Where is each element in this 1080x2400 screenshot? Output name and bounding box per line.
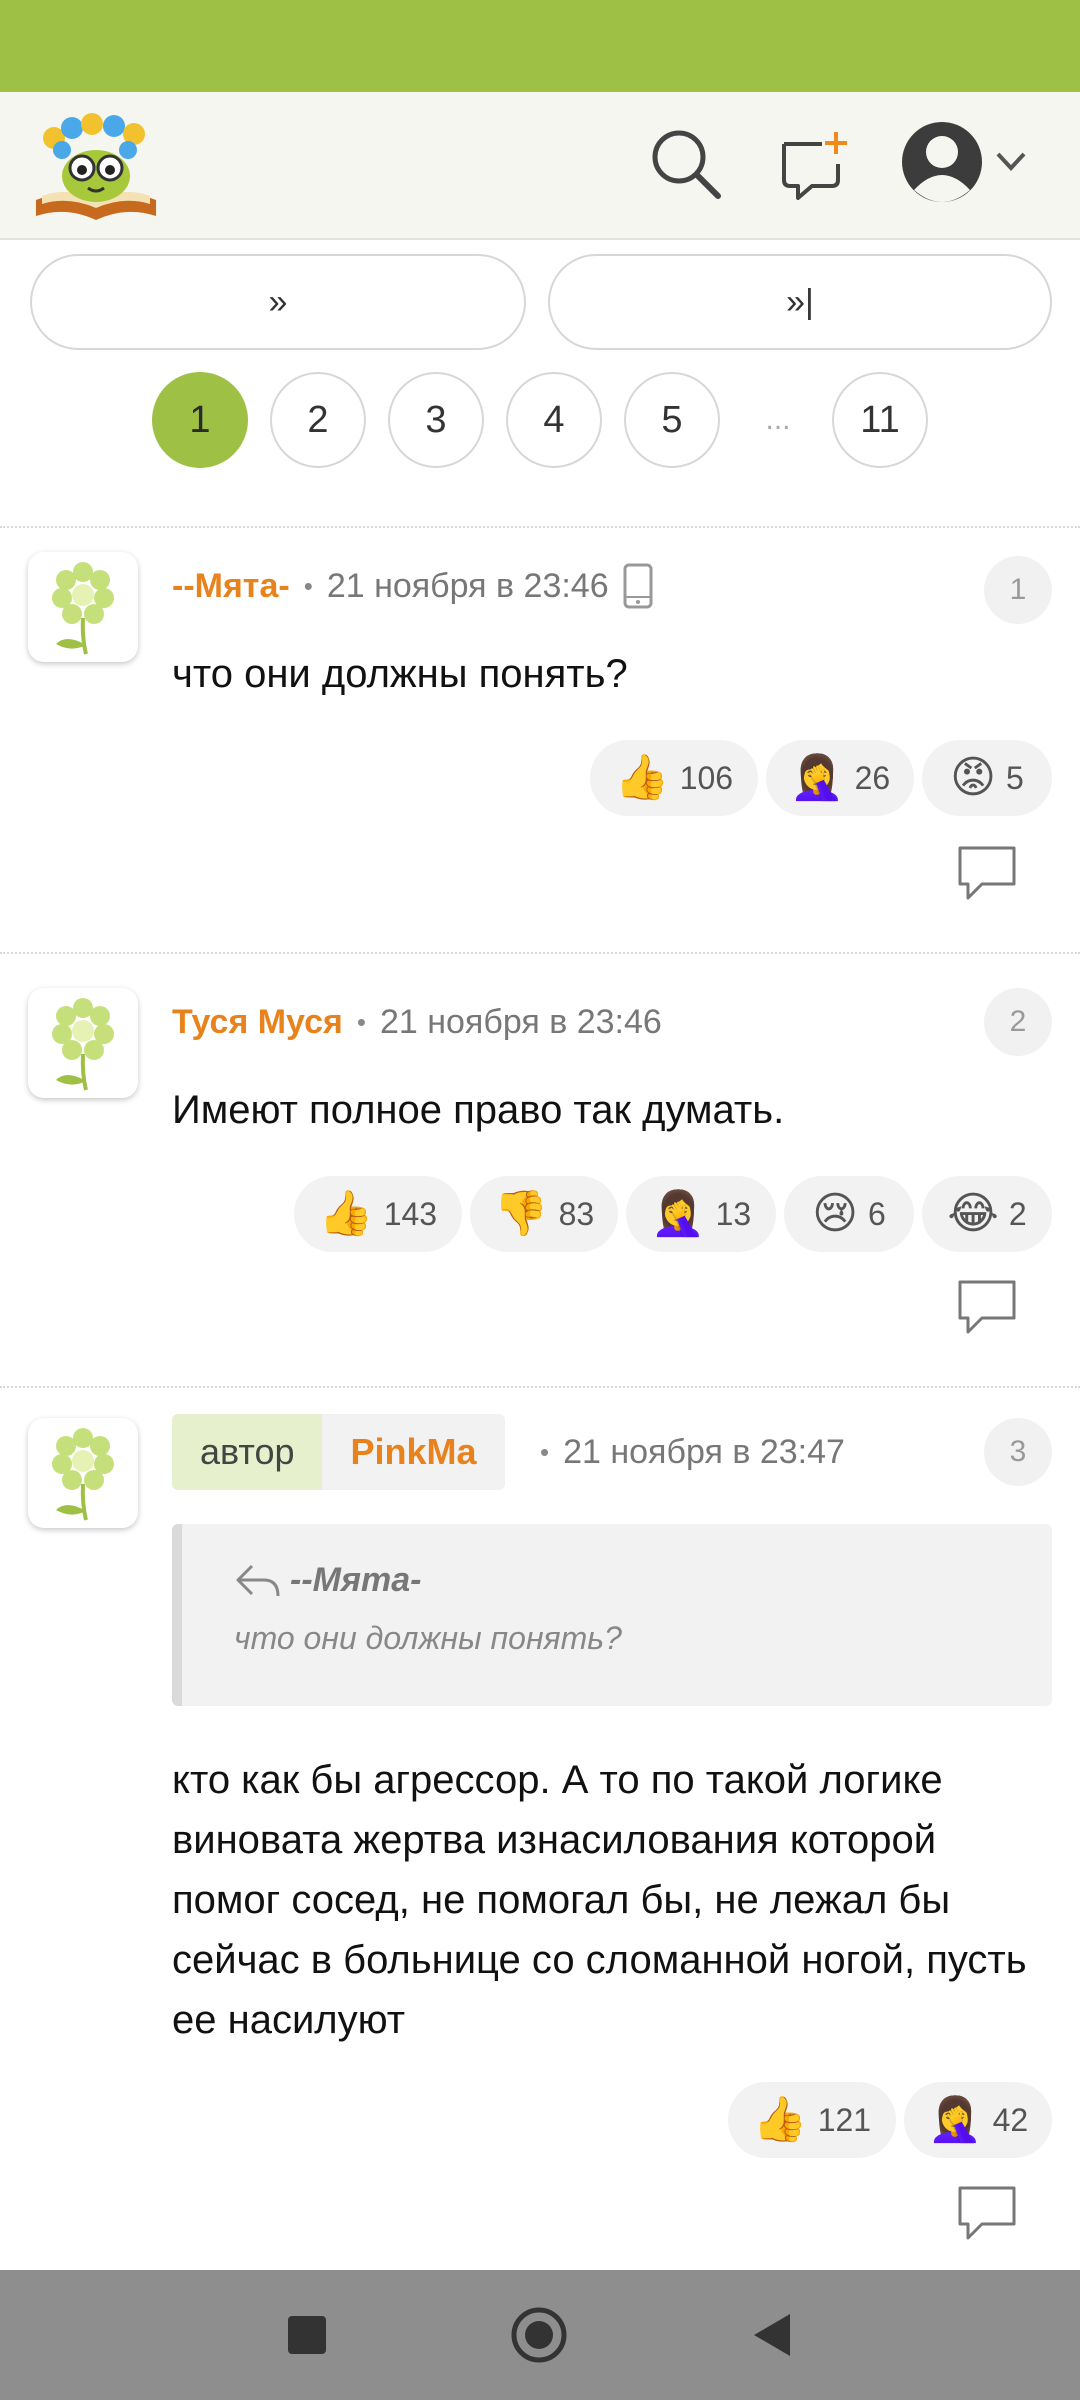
comment-meta: • 21 ноября в 23:47 xyxy=(526,1422,845,1482)
page-button-2[interactable]: 2 xyxy=(270,372,366,468)
back-icon[interactable] xyxy=(752,2312,792,2358)
reply-icon[interactable] xyxy=(956,844,1018,902)
reaction-count: 121 xyxy=(817,2101,872,2138)
reaction-facepalm[interactable]: 🤦‍♀️ 26 xyxy=(766,740,914,816)
next-page-button[interactable]: » xyxy=(30,254,526,350)
reaction-count: 42 xyxy=(992,2101,1029,2138)
comment-author[interactable]: PinkMa xyxy=(322,1414,505,1490)
author-tag: автор PinkMa xyxy=(172,1414,505,1490)
reaction-laughing[interactable]: 😂 2 xyxy=(922,1176,1052,1252)
chevron-down-icon[interactable] xyxy=(994,148,1028,176)
search-icon[interactable] xyxy=(648,126,722,200)
quoted-reply[interactable]: --Мята- что они должны понять? xyxy=(172,1524,1052,1706)
reaction-count: 6 xyxy=(868,1195,886,1232)
thumbs-up-icon: 👍 xyxy=(318,1189,374,1238)
recents-icon[interactable] xyxy=(286,2314,328,2356)
comment-number[interactable]: 1 xyxy=(984,556,1052,624)
pagination: 1 2 3 4 5 ... 11 xyxy=(0,372,1080,468)
comment-number[interactable]: 3 xyxy=(984,1418,1052,1486)
comment-text: Имеют полное право так думать. xyxy=(172,1088,785,1132)
comment-number[interactable]: 2 xyxy=(984,988,1052,1056)
quote-author: --Мята- xyxy=(290,1560,422,1599)
home-icon[interactable] xyxy=(510,2306,568,2364)
laughing-face-icon: 😂 xyxy=(947,1189,999,1238)
reaction-crying[interactable]: 😢 6 xyxy=(784,1176,914,1252)
reaction-count: 5 xyxy=(1006,759,1024,796)
reaction-count: 106 xyxy=(679,759,734,796)
page-ellipsis: ... xyxy=(765,403,791,436)
user-avatar-icon[interactable] xyxy=(900,120,984,204)
reaction-facepalm[interactable]: 🤦‍♀️ 13 xyxy=(626,1176,776,1252)
mobile-device-icon xyxy=(623,563,653,609)
quote-text: что они должны понять? xyxy=(234,1620,622,1656)
quote-author-line: --Мята- xyxy=(234,1560,421,1600)
angry-face-icon: 😡 xyxy=(950,753,997,802)
meta-separator: • xyxy=(540,1436,550,1467)
flower-avatar-icon xyxy=(52,998,114,1091)
page-button-4[interactable]: 4 xyxy=(506,372,602,468)
flower-avatar-icon xyxy=(52,562,114,655)
last-page-button[interactable]: »| xyxy=(548,254,1052,350)
thumbs-down-icon: 👎 xyxy=(493,1189,549,1238)
comment-author[interactable]: --Мята- xyxy=(172,567,290,606)
reaction-like[interactable]: 👍 106 xyxy=(590,740,758,816)
comment-meta: --Мята- • 21 ноября в 23:46 xyxy=(172,556,653,616)
reaction-angry[interactable]: 😡 5 xyxy=(922,740,1052,816)
app-header xyxy=(0,92,1080,240)
comment-text: кто как бы агрессор. А то по такой логик… xyxy=(172,1758,1027,2042)
reaction-count: 83 xyxy=(558,1195,595,1232)
author-badge: автор xyxy=(172,1414,323,1490)
comment-text: что они должны понять? xyxy=(172,652,628,696)
flower-avatar-icon xyxy=(52,1428,114,1521)
avatar[interactable] xyxy=(28,552,138,662)
reaction-dislike[interactable]: 👎 83 xyxy=(470,1176,618,1252)
divider xyxy=(0,1386,1080,1388)
reply-arrow-icon xyxy=(236,1564,280,1597)
reaction-like[interactable]: 👍 143 xyxy=(294,1176,462,1252)
reaction-count: 2 xyxy=(1008,1195,1027,1232)
crying-face-icon: 😢 xyxy=(812,1189,859,1238)
avatar[interactable] xyxy=(28,988,138,1098)
reaction-count: 26 xyxy=(854,759,891,796)
page-button-5[interactable]: 5 xyxy=(624,372,720,468)
thumbs-up-icon: 👍 xyxy=(614,753,670,802)
reaction-like[interactable]: 👍 121 xyxy=(728,2082,896,2158)
page-button-3[interactable]: 3 xyxy=(388,372,484,468)
reaction-count: 143 xyxy=(383,1195,438,1232)
comment-date: 21 ноября в 23:47 xyxy=(563,1432,845,1471)
site-logo[interactable] xyxy=(32,108,160,222)
meta-separator: • xyxy=(356,1006,366,1037)
status-bar xyxy=(0,0,1080,92)
divider xyxy=(0,952,1080,954)
facepalm-icon: 🤦‍♀️ xyxy=(789,753,845,802)
comment-author[interactable]: Туся Муся xyxy=(172,1003,343,1042)
page-button-1[interactable]: 1 xyxy=(152,372,248,468)
reaction-facepalm[interactable]: 🤦‍♀️ 42 xyxy=(904,2082,1052,2158)
thumbs-up-icon: 👍 xyxy=(752,2095,808,2144)
reaction-count: 13 xyxy=(715,1195,752,1232)
page-button-last[interactable]: 11 xyxy=(832,372,928,468)
comment-date: 21 ноября в 23:46 xyxy=(326,566,609,605)
new-post-icon[interactable] xyxy=(778,130,850,202)
reply-icon[interactable] xyxy=(956,1278,1018,1336)
comment-date: 21 ноября в 23:46 xyxy=(379,1002,662,1041)
meta-separator: • xyxy=(303,570,313,601)
facepalm-icon: 🤦‍♀️ xyxy=(650,1189,706,1238)
divider xyxy=(0,526,1080,528)
comment-meta: Туся Муся • 21 ноября в 23:46 xyxy=(172,992,662,1052)
facepalm-icon: 🤦‍♀️ xyxy=(927,2095,983,2144)
avatar[interactable] xyxy=(28,1418,138,1528)
reply-icon[interactable] xyxy=(956,2184,1018,2242)
system-nav-bar xyxy=(0,2270,1080,2400)
